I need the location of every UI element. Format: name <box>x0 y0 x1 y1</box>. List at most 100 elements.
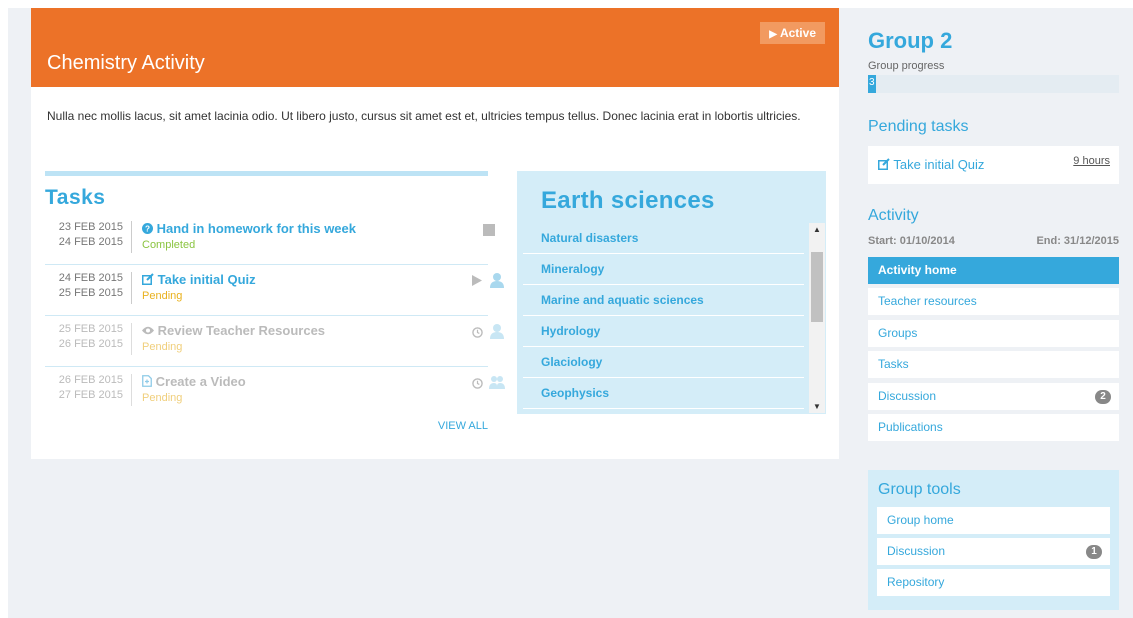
activity-description: Nulla nec mollis lacus, sit amet lacinia… <box>47 109 801 123</box>
pending-task-time: 9 hours <box>1073 155 1110 167</box>
group-tools-panel: Group tools Group home Discussion 1 Repo… <box>868 470 1119 610</box>
pending-tasks-title: Pending tasks <box>868 118 969 135</box>
task-row[interactable]: 26 FEB 2015 27 FEB 2015 Create a Video P… <box>45 367 505 418</box>
list-item[interactable]: Hydrology <box>523 316 804 347</box>
svg-text:?: ? <box>145 225 150 234</box>
group-progress-bar: 3 <box>868 75 1119 93</box>
tool-discussion-label: Discussion <box>887 544 946 558</box>
pending-task-item: Take initial Quiz 9 hours <box>868 146 1119 184</box>
task-row[interactable]: 24 FEB 2015 25 FEB 2015 Take initial Qui… <box>45 265 504 316</box>
task-end-date: 24 FEB 2015 <box>58 236 123 248</box>
nav-publications[interactable]: Publications <box>868 414 1119 441</box>
tool-repository[interactable]: Repository <box>877 569 1110 596</box>
list-item[interactable]: Marine and aquatic sciences <box>523 285 804 316</box>
scroll-down-arrow-icon[interactable]: ▼ <box>809 402 825 411</box>
earth-sciences-panel: Earth sciences Natural disasters Mineral… <box>517 171 826 414</box>
question-circle-icon: ? <box>142 223 153 234</box>
pending-task-link[interactable]: Take initial Quiz <box>878 157 984 172</box>
list-item[interactable]: Geophysics <box>523 378 804 409</box>
activity-nav-title: Activity <box>868 207 919 224</box>
earth-sciences-title: Earth sciences <box>541 187 715 214</box>
page-title: Chemistry Activity <box>47 52 205 74</box>
task-dates: 26 FEB 2015 27 FEB 2015 <box>45 373 123 403</box>
tool-group-home[interactable]: Group home <box>877 507 1110 534</box>
tool-discussion[interactable]: Discussion 1 <box>877 538 1110 565</box>
list-item[interactable]: Mineralogy <box>523 254 804 285</box>
task-row[interactable]: 23 FEB 2015 24 FEB 2015 ? Hand in homewo… <box>45 214 495 265</box>
task-status: Pending <box>142 341 183 353</box>
status-badge[interactable]: ▶ Active <box>760 22 825 44</box>
list-item[interactable]: Natural disasters <box>523 223 804 254</box>
nav-groups[interactable]: Groups <box>868 320 1119 347</box>
list-item[interactable]: Glaciology <box>523 347 804 378</box>
divider <box>131 323 132 355</box>
activity-header: ▶ Active Chemistry Activity <box>31 8 839 87</box>
activity-card: ▶ Active Chemistry Activity Nulla nec mol… <box>31 8 839 459</box>
task-start-date: 23 FEB 2015 <box>58 221 123 233</box>
task-status: Completed <box>142 239 196 251</box>
count-badge: 1 <box>1086 545 1102 559</box>
task-start-date: 25 FEB 2015 <box>58 323 123 335</box>
task-dates: 23 FEB 2015 24 FEB 2015 <box>45 220 123 250</box>
scrollbar[interactable]: ▲ ▼ <box>809 223 825 413</box>
stop-icon[interactable] <box>483 224 495 236</box>
task-name: Create a Video <box>155 374 246 389</box>
task-dates: 24 FEB 2015 25 FEB 2015 <box>45 271 123 301</box>
user-icon[interactable] <box>490 273 504 288</box>
task-dates: 25 FEB 2015 26 FEB 2015 <box>45 322 123 352</box>
count-badge: 2 <box>1095 390 1111 404</box>
task-link[interactable]: ? Hand in homework for this week <box>142 221 356 236</box>
users-icon[interactable] <box>489 375 505 390</box>
nav-teacher-resources[interactable]: Teacher resources <box>868 288 1119 315</box>
task-name: Hand in homework for this week <box>156 221 356 236</box>
task-link[interactable]: Take initial Quiz <box>142 272 256 287</box>
pending-task-name: Take initial Quiz <box>893 157 985 172</box>
task-status: Pending <box>142 290 183 302</box>
edit-icon <box>142 273 154 285</box>
task-end-date: 26 FEB 2015 <box>58 338 123 350</box>
nav-discussion[interactable]: Discussion 2 <box>868 383 1119 410</box>
divider <box>131 272 132 304</box>
clock-icon[interactable] <box>472 378 483 389</box>
task-start-date: 26 FEB 2015 <box>58 374 123 386</box>
play-icon: ▶ <box>769 29 777 40</box>
task-row[interactable]: 25 FEB 2015 26 FEB 2015 Review Teacher R… <box>45 316 504 367</box>
divider <box>131 374 132 406</box>
activity-start-date: Start: 01/10/2014 <box>868 235 955 247</box>
user-icon[interactable] <box>490 324 504 339</box>
tasks-title: Tasks <box>45 186 106 209</box>
edit-icon <box>878 158 890 170</box>
progress-value: 3 <box>869 77 875 88</box>
clock-icon[interactable] <box>472 327 483 338</box>
task-link[interactable]: Create a Video <box>142 374 246 389</box>
earth-sciences-list: Natural disasters Mineralogy Marine and … <box>523 223 804 409</box>
scroll-thumb[interactable] <box>811 252 823 322</box>
play-icon[interactable] <box>472 275 482 286</box>
task-end-date: 25 FEB 2015 <box>58 287 123 299</box>
progress-label: Group progress <box>868 60 945 72</box>
task-status: Pending <box>142 392 183 404</box>
task-start-date: 24 FEB 2015 <box>58 272 123 284</box>
task-actions <box>430 273 504 291</box>
view-all-link[interactable]: VIEW ALL <box>438 420 488 432</box>
task-end-date: 27 FEB 2015 <box>58 389 123 401</box>
divider <box>131 221 132 253</box>
task-name: Take initial Quiz <box>157 272 256 287</box>
group-title: Group 2 <box>868 28 953 53</box>
tasks-panel: Tasks 23 FEB 2015 24 FEB 2015 ? Hand in … <box>45 171 505 432</box>
task-actions <box>430 375 505 393</box>
task-name: Review Teacher Resources <box>157 323 326 338</box>
file-icon <box>142 375 152 387</box>
nav-activity-home[interactable]: Activity home <box>868 257 1119 284</box>
tasks-divider <box>45 171 488 176</box>
activity-dates: Start: 01/10/2014 End: 31/12/2015 <box>868 235 1119 247</box>
task-actions <box>430 222 495 240</box>
task-actions <box>430 324 504 342</box>
status-badge-label: Active <box>779 26 816 40</box>
activity-end-date: End: 31/12/2015 <box>1036 235 1119 247</box>
scroll-up-arrow-icon[interactable]: ▲ <box>809 225 825 234</box>
task-link[interactable]: Review Teacher Resources <box>142 323 325 338</box>
nav-tasks[interactable]: Tasks <box>868 351 1119 378</box>
eye-icon <box>142 326 154 335</box>
group-tools-title: Group tools <box>878 481 961 498</box>
